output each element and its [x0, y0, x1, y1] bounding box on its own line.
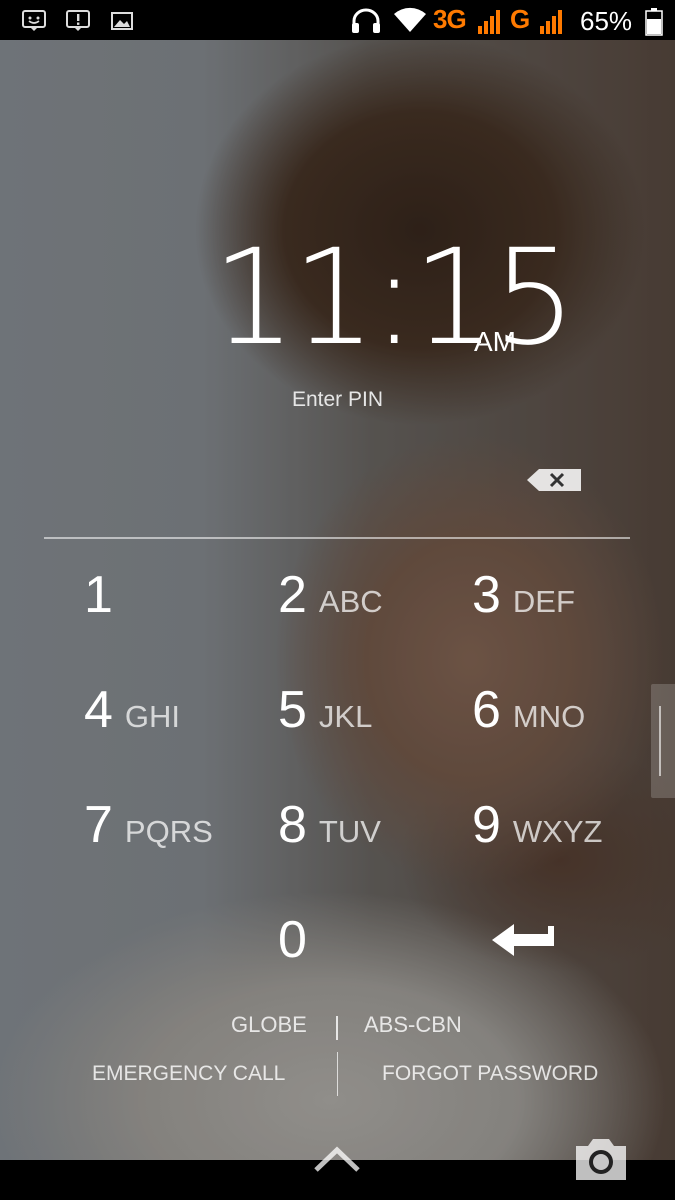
- keypad-key-5[interactable]: 5 JKL: [278, 680, 372, 750]
- keypad-key-6[interactable]: 6 MNO: [472, 680, 585, 750]
- key-digit: 6: [472, 681, 501, 739]
- keypad-key-4[interactable]: 4 GHI: [84, 680, 180, 750]
- pin-entry-divider: [44, 537, 630, 539]
- keypad-key-7[interactable]: 7 PQRS: [84, 795, 213, 865]
- keypad-key-3[interactable]: 3 DEF: [472, 565, 575, 635]
- key-letters: JKL: [318, 699, 373, 734]
- battery-icon: [645, 8, 663, 36]
- key-letters: ABC: [318, 584, 383, 619]
- key-digit: 4: [84, 681, 113, 739]
- clock-time: 11:15: [212, 221, 576, 375]
- battery-percent: 65%: [580, 6, 633, 36]
- emergency-call-button[interactable]: EMERGENCY CALL: [92, 1062, 285, 1086]
- messenger-icon: [22, 10, 46, 31]
- key-digit: 8: [278, 796, 307, 854]
- carrier-name: ABS-CBN: [364, 1012, 462, 1037]
- clock-ampm: AM: [474, 326, 516, 357]
- keypad-key-0[interactable]: 0: [278, 910, 319, 980]
- key-letters: GHI: [124, 699, 181, 734]
- key-digit: 9: [472, 796, 501, 854]
- enter-arrow-icon[interactable]: [490, 918, 556, 958]
- keypad-key-8[interactable]: 8 TUV: [278, 795, 381, 865]
- key-digit: 5: [278, 681, 307, 739]
- key-letters: WXYZ: [512, 814, 603, 849]
- keypad-key-1[interactable]: 1: [84, 565, 125, 635]
- signal-icon: [540, 10, 562, 34]
- status-bar: 3G G 65%: [0, 0, 675, 40]
- bottom-separator: [337, 1052, 338, 1096]
- signal-icon: [478, 10, 500, 34]
- alert-icon: [66, 10, 90, 31]
- key-digit: 2: [278, 566, 307, 624]
- keypad-key-9[interactable]: 9 WXYZ: [472, 795, 602, 865]
- chevron-up-icon[interactable]: [313, 1144, 361, 1174]
- key-digit: 7: [84, 796, 113, 854]
- key-letters: DEF: [512, 584, 575, 619]
- headset-icon: [352, 8, 380, 33]
- key-letters: PQRS: [124, 814, 213, 849]
- gallery-icon: [111, 12, 133, 30]
- forgot-password-button[interactable]: FORGOT PASSWORD: [382, 1062, 598, 1086]
- carrier-name: GLOBE: [231, 1012, 307, 1037]
- backspace-icon[interactable]: [525, 466, 583, 494]
- wifi-icon: [394, 7, 426, 33]
- key-letters: MNO: [512, 699, 586, 734]
- pin-prompt: Enter PIN: [291, 388, 384, 411]
- widget-drag-handle[interactable]: [651, 684, 675, 798]
- network-3g-label: 3G: [433, 4, 467, 34]
- key-digit: 1: [84, 566, 113, 624]
- network-g-label: G: [510, 4, 531, 34]
- carrier-separator: [336, 1016, 338, 1040]
- key-digit: 3: [472, 566, 501, 624]
- key-digit: 0: [278, 911, 307, 969]
- camera-icon[interactable]: [574, 1136, 628, 1182]
- keypad-key-2[interactable]: 2 ABC: [278, 565, 383, 635]
- key-letters: TUV: [318, 814, 381, 849]
